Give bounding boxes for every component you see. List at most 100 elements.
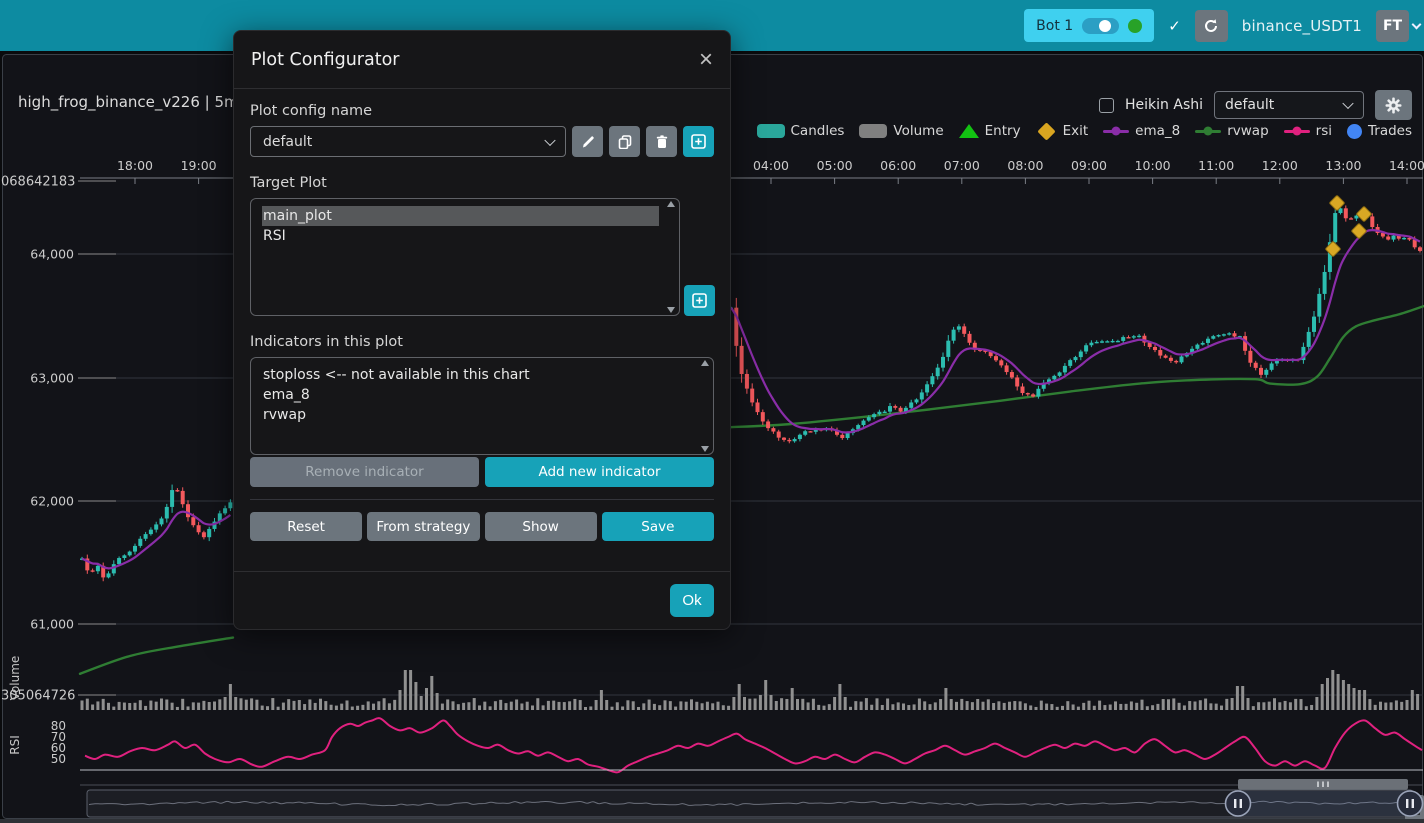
refresh-button[interactable] (1195, 10, 1228, 42)
refresh-icon (1203, 18, 1219, 34)
target-plot-label: Target Plot (250, 175, 714, 191)
copy-icon (618, 135, 632, 149)
svg-text:61,000: 61,000 (30, 617, 74, 632)
ok-button[interactable]: Ok (670, 584, 714, 617)
modal-title: Plot Configurator (251, 50, 399, 70)
rsi-line-swatch (1284, 130, 1310, 133)
plus-square-icon (691, 134, 706, 149)
trash-icon (655, 135, 669, 149)
scroll-up-icon[interactable] (701, 360, 709, 366)
list-item[interactable]: stoploss <-- not available in this chart (263, 365, 693, 385)
heikin-ashi-label: Heikin Ashi (1125, 97, 1203, 113)
pencil-icon (581, 135, 595, 149)
app-root: 64,000 63,000 62,000 61,000 068642183 18:00 19… (0, 0, 1424, 823)
window-bottom-edge (0, 819, 1424, 823)
svg-text:19:00: 19:00 (181, 158, 217, 173)
trades-circle-icon (1347, 124, 1362, 139)
svg-text:18:00: 18:00 (117, 158, 153, 173)
plot-configurator-modal: Plot Configurator × Plot config name def… (233, 30, 731, 630)
scroll-down-icon[interactable] (701, 446, 709, 452)
svg-text:05:00: 05:00 (817, 158, 853, 173)
check-icon: ✓ (1168, 17, 1181, 35)
exit-diamond-icon (1037, 122, 1055, 140)
svg-text:08:00: 08:00 (1007, 158, 1043, 173)
chevron-down-icon (1342, 98, 1353, 109)
ema8-line-swatch (1103, 130, 1129, 133)
svg-text:12:00: 12:00 (1262, 158, 1298, 173)
legend-volume[interactable]: Volume (859, 123, 943, 139)
heikin-ashi-checkbox[interactable] (1099, 98, 1114, 113)
navigator[interactable] (80, 779, 1424, 820)
svg-text:10:00: 10:00 (1135, 158, 1171, 173)
svg-text:50: 50 (51, 752, 66, 766)
bot-name: Bot 1 (1036, 18, 1073, 34)
svg-text:13:00: 13:00 (1325, 158, 1361, 173)
avatar: FT (1376, 10, 1409, 42)
plus-square-icon (692, 293, 707, 308)
list-item[interactable]: main_plot (262, 206, 659, 226)
navigator-handle-left[interactable] (1226, 791, 1251, 816)
target-plot-listbox[interactable]: main_plot RSI (250, 198, 680, 316)
scrollbar[interactable] (698, 360, 711, 452)
pair-label: binance_USDT1 (1242, 17, 1362, 35)
delete-config-button[interactable] (646, 126, 677, 157)
edit-config-button[interactable] (572, 126, 603, 157)
legend-candles[interactable]: Candles (757, 123, 845, 139)
save-button[interactable]: Save (602, 512, 714, 541)
reset-button[interactable]: Reset (250, 512, 362, 541)
legend-ema8[interactable]: ema_8 (1103, 123, 1180, 139)
add-indicator-button[interactable]: Add new indicator (485, 457, 714, 487)
legend-trades[interactable]: Trades (1347, 123, 1412, 139)
add-plot-button[interactable] (684, 285, 715, 316)
scrollbar[interactable] (664, 201, 677, 313)
duplicate-config-button[interactable] (609, 126, 640, 157)
remove-indicator-button[interactable]: Remove indicator (250, 457, 479, 487)
indicators-label: Indicators in this plot (250, 334, 714, 350)
svg-text:07:00: 07:00 (944, 158, 980, 173)
legend-entry[interactable]: Entry (959, 123, 1021, 139)
svg-text:068642183: 068642183 (1, 175, 75, 190)
show-button[interactable]: Show (485, 512, 597, 541)
svg-text:62,000: 62,000 (30, 494, 74, 509)
svg-text:64,000: 64,000 (30, 247, 74, 262)
svg-text:09:00: 09:00 (1071, 158, 1107, 173)
chart-legend: Candles Volume Entry Exit ema_8 rvwap rs… (757, 123, 1413, 139)
svg-text:Volume: Volume (8, 656, 22, 701)
svg-text:14:00: 14:00 (1389, 158, 1424, 173)
add-config-button[interactable] (683, 126, 714, 157)
bot-online-dot (1128, 19, 1142, 33)
user-menu[interactable]: FT (1376, 10, 1420, 42)
config-name-select[interactable]: default (250, 126, 566, 157)
close-icon[interactable]: × (699, 48, 713, 72)
svg-text:63,000: 63,000 (30, 371, 74, 386)
candles-swatch (757, 124, 785, 138)
svg-text:RSI: RSI (8, 735, 22, 755)
chevron-down-icon (1412, 19, 1422, 29)
legend-rvwap[interactable]: rvwap (1195, 123, 1268, 139)
svg-text:04:00: 04:00 (753, 158, 789, 173)
list-item[interactable]: RSI (263, 226, 659, 246)
legend-rsi[interactable]: rsi (1284, 123, 1332, 139)
scroll-down-icon[interactable] (667, 307, 675, 313)
rvwap-line-swatch (1195, 130, 1221, 133)
plotconfig-select[interactable]: default (1214, 91, 1364, 119)
navigator-handle-right[interactable] (1398, 791, 1423, 816)
indicators-listbox[interactable]: stoploss <-- not available in this chart… (250, 357, 714, 455)
plot-settings-button[interactable] (1375, 90, 1412, 120)
config-name-label: Plot config name (250, 103, 714, 119)
gear-icon (1385, 97, 1402, 114)
volume-swatch (859, 124, 887, 138)
bot-selector-badge[interactable]: Bot 1 (1024, 9, 1154, 42)
navigator-window[interactable] (1238, 791, 1410, 816)
list-item[interactable]: rvwap (263, 405, 693, 425)
bot-toggle[interactable] (1082, 18, 1119, 34)
from-strategy-button[interactable]: From strategy (367, 512, 479, 541)
chevron-down-icon (544, 134, 555, 145)
legend-exit[interactable]: Exit (1036, 123, 1089, 139)
scroll-up-icon[interactable] (667, 201, 675, 207)
svg-text:11:00: 11:00 (1198, 158, 1234, 173)
svg-text:06:00: 06:00 (880, 158, 916, 173)
list-item[interactable]: ema_8 (263, 385, 693, 405)
entry-triangle-icon (959, 124, 979, 138)
strategy-title: high_frog_binance_v226 | 5m (18, 93, 239, 111)
